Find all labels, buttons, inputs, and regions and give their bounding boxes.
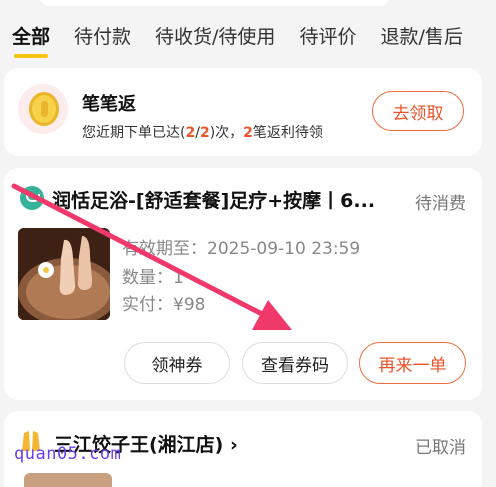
shop-name[interactable]: 润恬足浴-[舒适套餐]足疗+按摩丨6... <box>52 186 402 213</box>
search-bar-edge[interactable] <box>40 0 390 6</box>
rebate-promo-card: 笔笔返 您近期下单已达(2/2)次，2笔返利待领 去领取 <box>4 68 482 156</box>
promo-description: 您近期下单已达(2/2)次，2笔返利待领 <box>82 125 323 141</box>
product-thumbnail[interactable] <box>24 473 112 487</box>
order-tabs: 全部 待付款 待收货/待使用 待评价 退款/售后 <box>0 12 496 58</box>
claim-button[interactable]: 去领取 <box>372 91 464 131</box>
promo-title: 笔笔返 <box>82 94 136 115</box>
chevron-right-icon: › <box>230 434 238 456</box>
tab-pending-review[interactable]: 待评价 <box>287 22 368 49</box>
top-strip <box>0 0 496 12</box>
view-voucher-code-button[interactable]: 查看券码 <box>242 342 348 384</box>
order-status: 待消费 <box>415 194 466 214</box>
shop-logo-icon <box>20 186 44 210</box>
promo-rebate-count: 2 <box>243 125 253 141</box>
watermark: quan05.com <box>14 444 122 464</box>
order-status: 已取消 <box>415 438 466 458</box>
quantity: 数量：1 <box>122 268 184 288</box>
tab-pending-use[interactable]: 待收货/待使用 <box>143 22 287 49</box>
paid-amount: 实付：¥98 <box>122 295 206 315</box>
tab-all[interactable]: 全部 <box>0 22 62 58</box>
validity-date: 有效期至：2025-09-10 23:59 <box>122 239 361 259</box>
get-coupon-button[interactable]: 领神券 <box>124 342 230 384</box>
tab-pending-payment[interactable]: 待付款 <box>62 22 143 49</box>
promo-total: 2 <box>199 125 210 141</box>
tab-refund[interactable]: 退款/售后 <box>368 22 474 49</box>
promo-count: 2 <box>185 125 196 141</box>
order-card[interactable]: 润恬足浴-[舒适套餐]足疗+按摩丨6... 待消费 有效期至：2025-09-1… <box>4 168 482 400</box>
reorder-button[interactable]: 再来一单 <box>359 342 466 384</box>
coin-icon <box>18 84 68 134</box>
product-thumbnail[interactable] <box>18 228 110 320</box>
foot-bath-image <box>18 228 110 320</box>
